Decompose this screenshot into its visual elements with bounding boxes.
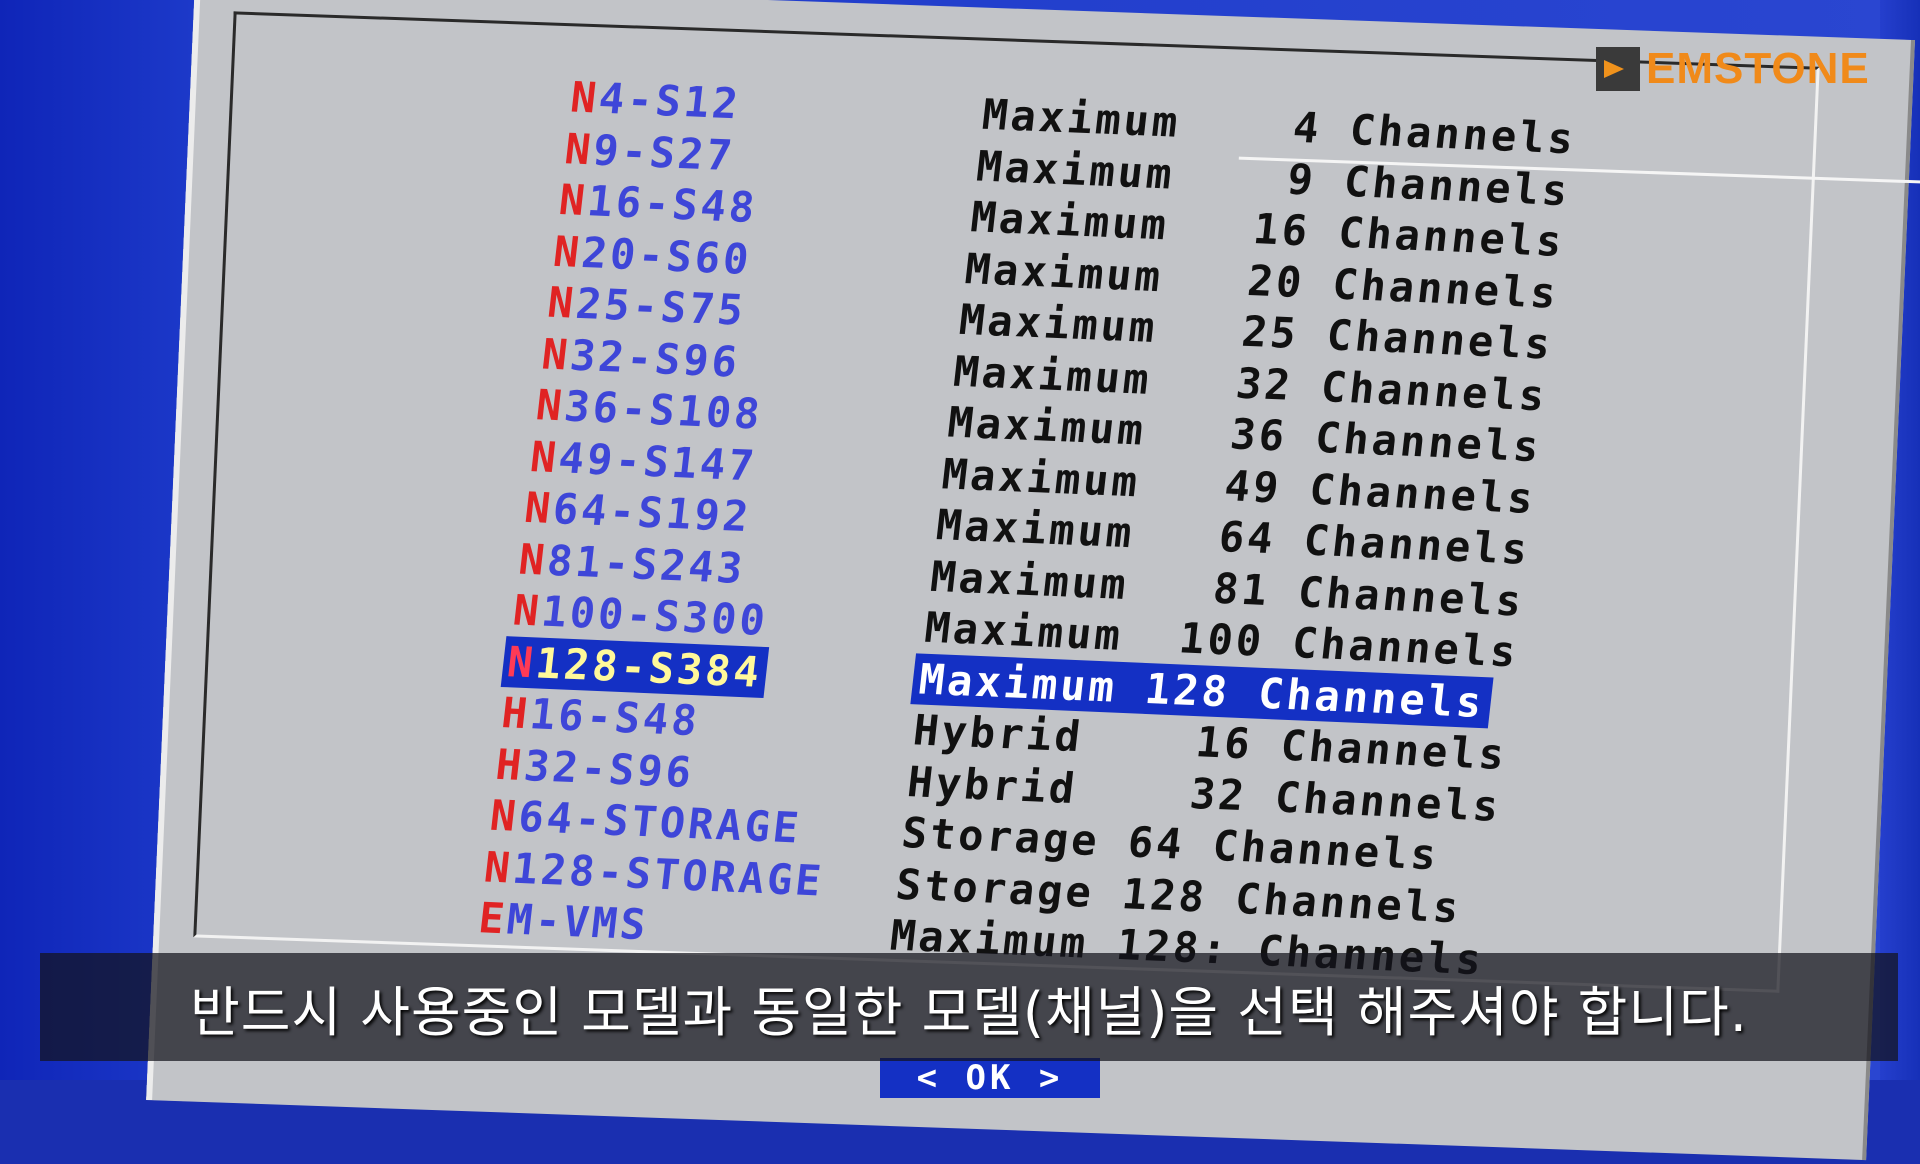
- menu-item-code-text: 81-S243: [544, 535, 748, 593]
- menu-item-code-text: 9-S27: [590, 124, 738, 180]
- menu-item-code-text: 25-S75: [573, 278, 749, 335]
- menu-item-code-text: 20-S60: [579, 227, 755, 284]
- menu-item-code-text: 128-S384: [533, 637, 765, 697]
- menu-item-code-text: 49-S147: [556, 432, 760, 490]
- menu-item-code[interactable]: N25-S75: [541, 277, 753, 336]
- menu-item-code[interactable]: N4-S12: [564, 71, 747, 129]
- menu-item-code-text: M-VMS: [504, 894, 652, 950]
- menu-item-code-text: 4-S12: [596, 73, 744, 129]
- menu-item-code[interactable]: N81-S243: [512, 533, 752, 594]
- menu-item-code-text: 36-S108: [561, 381, 766, 439]
- menu-item-code[interactable]: N36-S108: [530, 379, 770, 440]
- subtitle-text: 반드시 사용중인 모델과 동일한 모델(채널)을 선택 해주셔야 합니다.: [190, 980, 1748, 1044]
- logo-text: EMSTONE: [1646, 44, 1870, 93]
- menu-item-code[interactable]: N49-S147: [524, 430, 764, 491]
- emstone-logo-icon: [1596, 47, 1640, 91]
- menu-item-code[interactable]: H16-S48: [495, 687, 707, 746]
- ok-button[interactable]: < OK >: [880, 1058, 1100, 1098]
- channel-menu-list[interactable]: N4-S12 Maximum 4 Channels N9-S27 Maximum 9 …: [202, 60, 1579, 986]
- menu-item-code[interactable]: N20-S60: [547, 225, 759, 284]
- menu-item-code-text: 16-S48: [527, 689, 703, 746]
- menu-item-code[interactable]: N16-S48: [553, 174, 765, 233]
- menu-item-code[interactable]: H32-S96: [489, 738, 701, 797]
- subtitle-bar: 반드시 사용중인 모델과 동일한 모델(채널)을 선택 해주셔야 합니다.: [40, 953, 1898, 1061]
- menu-item-code-text: 32-S96: [521, 740, 697, 797]
- menu-item-code[interactable]: EM-VMS: [472, 892, 655, 950]
- menu-item-code[interactable]: N9-S27: [558, 123, 741, 181]
- menu-item-code-text: 64-S192: [550, 484, 754, 542]
- menu-item-code-text: 32-S96: [567, 330, 743, 387]
- menu-item-code-text: 16-S48: [584, 176, 760, 233]
- menu-item-code-text: 100-S300: [538, 586, 771, 645]
- menu-item-code[interactable]: N64-S192: [518, 482, 758, 543]
- emstone-logo: EMSTONE: [1596, 44, 1870, 93]
- menu-item-code[interactable]: N32-S96: [535, 328, 747, 387]
